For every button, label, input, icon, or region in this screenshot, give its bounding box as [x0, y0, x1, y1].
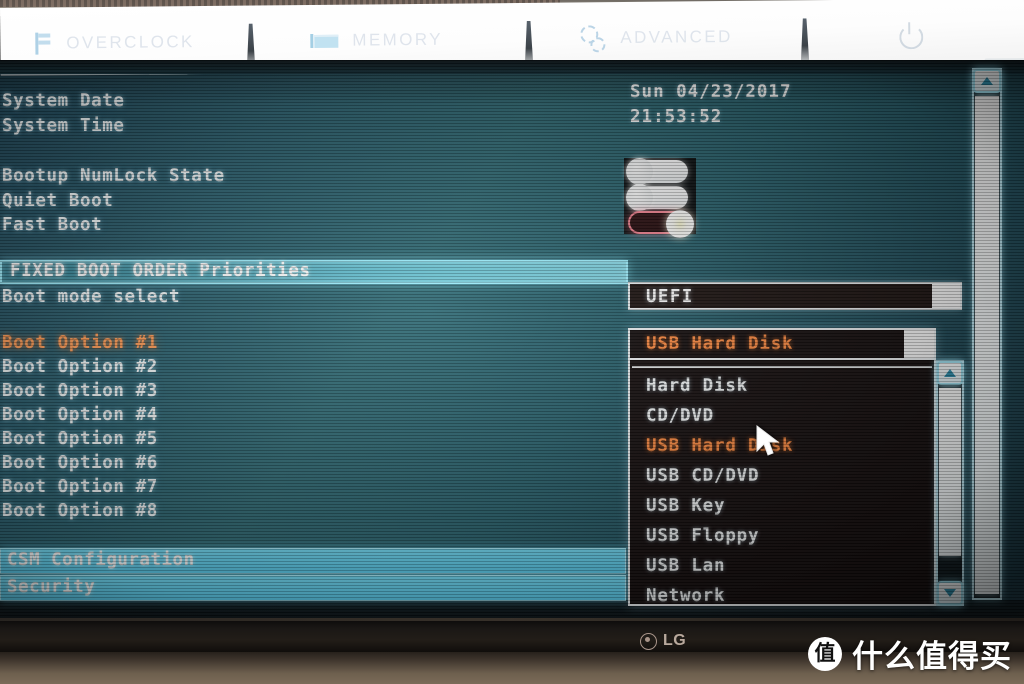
boot-option-8[interactable]: Boot Option #8 — [2, 501, 158, 521]
screenshot-root: System Date System Time Bootup NumLock S… — [0, 0, 1024, 684]
dropdown-item-network[interactable]: Network — [646, 586, 725, 606]
dropdown-toggle-cap[interactable] — [904, 330, 934, 358]
dropdown-divider — [632, 366, 932, 368]
tab-overclock-label: OVERCLOCK — [66, 32, 195, 53]
dropdown-item-usb-lan[interactable]: USB Lan — [646, 556, 725, 576]
gears-icon — [578, 25, 606, 53]
toggle-fast-boot[interactable] — [628, 210, 694, 238]
dropdown-item-hard-disk[interactable]: Hard Disk — [646, 376, 748, 396]
dropdown-scroll-down-button[interactable] — [937, 581, 963, 605]
dropdown-scroll-up-button[interactable] — [937, 361, 963, 385]
tab-memory[interactable]: MEMORY — [310, 20, 443, 61]
tab-advanced[interactable]: ADVANCED — [578, 17, 733, 58]
tab-memory-label: MEMORY — [352, 29, 444, 50]
chevron-up-icon — [944, 369, 956, 377]
power-icon — [898, 22, 924, 48]
boot-mode-select-value: UEFI — [646, 287, 694, 307]
setting-label-quiet-boot: Quiet Boot — [2, 191, 114, 211]
bios-screen: System Date System Time Bootup NumLock S… — [0, 60, 1024, 620]
section-header-label: FIXED BOOT ORDER Priorities — [10, 261, 311, 281]
section-header-fixed-boot-order[interactable]: FIXED BOOT ORDER Priorities — [0, 260, 628, 284]
setting-label-fast-boot: Fast Boot — [2, 215, 103, 235]
monitor-bezel-lip — [0, 618, 1024, 621]
boot-mode-select-field[interactable]: UEFI — [628, 282, 962, 310]
dropdown-item-usb-cd-dvd[interactable]: USB CD/DVD — [646, 466, 759, 486]
setting-label-bootup-numlock-state: Bootup NumLock State — [2, 166, 225, 186]
tab-overclock[interactable]: OVERCLOCK — [32, 22, 195, 64]
toggle-knob — [626, 158, 653, 185]
watermark-text: 什么值得买 — [852, 639, 1012, 675]
memory-module-icon — [310, 32, 338, 50]
toggle-quiet-boot[interactable] — [626, 184, 688, 211]
toggle-bootup-numlock-state[interactable] — [626, 158, 688, 185]
lg-brand-text: LG — [663, 632, 687, 649]
boot-option-7[interactable]: Boot Option #7 — [2, 477, 158, 497]
boot-option-1[interactable]: Boot Option #1 — [2, 333, 158, 353]
page-scroll-up-button[interactable] — [973, 69, 1001, 93]
dropdown-selected-row[interactable]: USB Hard Disk — [630, 330, 934, 360]
menu-item-label: CSM Configuration — [7, 550, 195, 570]
lg-brand-logo: LG — [640, 632, 686, 650]
page-scrollbar-thumb[interactable] — [975, 96, 999, 594]
watermark-badge-icon: 值 — [808, 636, 842, 671]
chevron-up-icon — [981, 77, 993, 85]
menu-item-security[interactable]: Security — [0, 575, 626, 601]
cpu-chip-icon — [32, 31, 52, 55]
menu-item-label: Security — [7, 577, 96, 597]
screen-top-band — [0, 60, 1024, 74]
mouse-cursor — [756, 425, 780, 456]
page-scrollbar[interactable] — [972, 68, 1002, 600]
tab-power[interactable] — [898, 15, 938, 55]
site-watermark: 值 什么值得买 — [808, 631, 1012, 676]
system-date-value[interactable]: Sun 04/23/2017 — [630, 82, 792, 102]
lg-mark-icon — [640, 632, 657, 650]
tab-advanced-label: ADVANCED — [620, 26, 733, 48]
dropdown-selected-value: USB Hard Disk — [646, 334, 794, 354]
dropdown-item-usb-key[interactable]: USB Key — [646, 496, 725, 516]
boot-mode-select-label: Boot mode select — [2, 287, 181, 307]
boot-option-5[interactable]: Boot Option #5 — [2, 429, 158, 449]
boot-mode-select-dropdown-cap[interactable] — [932, 284, 960, 308]
dropdown-item-cd-dvd[interactable]: CD/DVD — [646, 406, 714, 426]
boot-option-4[interactable]: Boot Option #4 — [2, 405, 158, 425]
toggle-knob — [626, 184, 653, 211]
setting-label-system-date: System Date — [2, 91, 125, 111]
dropdown-item-usb-floppy[interactable]: USB Floppy — [646, 526, 759, 546]
setting-label-system-time: System Time — [2, 116, 125, 136]
boot-option-2[interactable]: Boot Option #2 — [2, 357, 158, 377]
boot-option-3[interactable]: Boot Option #3 — [2, 381, 158, 401]
system-time-value[interactable]: 21:53:52 — [630, 107, 722, 127]
dropdown-scrollbar[interactable] — [936, 360, 964, 606]
toggle-knob — [666, 210, 694, 238]
menu-item-csm-configuration[interactable]: CSM Configuration — [0, 548, 626, 574]
boot-option-dropdown[interactable]: USB Hard Disk Hard Disk CD/DVD USB Hard … — [628, 328, 936, 606]
boot-option-6[interactable]: Boot Option #6 — [2, 453, 158, 473]
dropdown-scrollbar-thumb[interactable] — [939, 388, 961, 556]
chevron-down-icon — [944, 589, 956, 597]
